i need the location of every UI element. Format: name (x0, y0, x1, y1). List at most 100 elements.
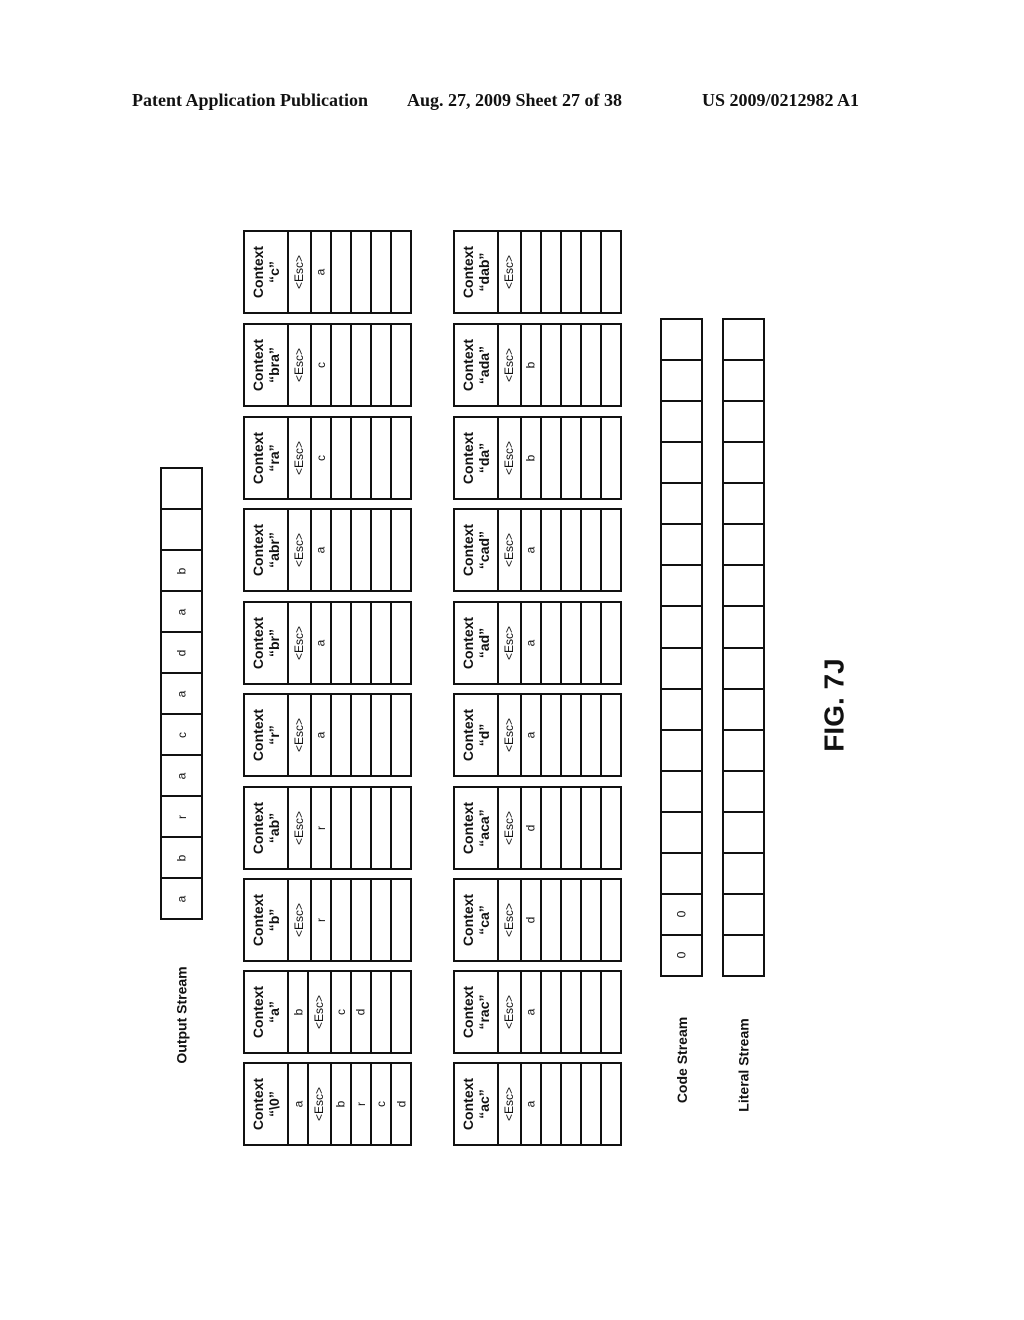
context-symbol-cell (372, 880, 392, 960)
context-symbol: a (291, 1100, 306, 1108)
context-symbol-cell (332, 418, 352, 498)
context-symbol-cell (332, 695, 352, 775)
context-symbol-cell (542, 232, 562, 312)
context-title: Context (460, 431, 476, 485)
context-symbol: <Esc> (502, 625, 517, 661)
stream-cell: d (162, 631, 201, 672)
figure-label-text: FIG. 7J (819, 658, 850, 752)
context-title-block: Context “abr” (250, 524, 282, 576)
stream-cell: a (162, 590, 201, 631)
context-symbol: a (523, 1100, 538, 1108)
context-table: Context “da” <Esc> b (453, 416, 622, 500)
context-table: Context “br” <Esc> a (243, 601, 412, 685)
context-symbol-cell: b (522, 418, 542, 498)
context-symbol-cell (582, 1064, 602, 1144)
context-symbol-cell: <Esc> (499, 603, 522, 683)
context-symbol: c (373, 1101, 388, 1107)
context-symbol: d (393, 1100, 408, 1108)
context-symbol-cell: <Esc> (499, 325, 522, 405)
stream-cell (724, 933, 763, 975)
stream-cell (662, 564, 701, 605)
context-name: “ac” (476, 1089, 492, 1119)
context-symbol-cell (392, 232, 410, 312)
context-symbol: <Esc> (502, 994, 517, 1030)
context-symbol-cell (562, 972, 582, 1052)
stream-cell (724, 892, 763, 934)
context-table-header: Context “b” (245, 880, 289, 960)
context-table: Context “abr” <Esc> a (243, 508, 412, 592)
context-symbol-cell (562, 695, 582, 775)
stream-cell-value: a (174, 895, 189, 902)
context-table: Context “ra” <Esc> c (243, 416, 412, 500)
context-symbol-cell (582, 325, 602, 405)
context-symbol-cell: d (352, 972, 372, 1052)
stream-cell (162, 508, 201, 549)
context-symbol-cell (542, 1064, 562, 1144)
context-symbol-cell (542, 695, 562, 775)
context-name: “ada” (476, 345, 492, 385)
context-symbol: <Esc> (502, 254, 517, 290)
context-symbol-cell: r (352, 1064, 372, 1144)
stream-cell (662, 359, 701, 400)
context-title-block: Context “br” (250, 617, 282, 669)
context-symbol-cell (602, 325, 620, 405)
stream-cell (662, 687, 701, 729)
context-title-block: Context “ra” (250, 432, 282, 484)
context-symbol-cell (392, 418, 410, 498)
context-symbol-cell (602, 603, 620, 683)
context-table-header: Context “ra” (245, 418, 289, 498)
context-title-block: Context “r” (250, 709, 282, 761)
context-symbol: a (523, 1008, 538, 1016)
context-symbol-cell: <Esc> (499, 510, 522, 590)
context-title: Context (460, 245, 476, 299)
context-symbol-cell: <Esc> (289, 232, 312, 312)
context-table-header: Context “dab” (455, 232, 499, 312)
stream-cell (724, 728, 763, 770)
stream-cell (724, 646, 763, 688)
stream-cell (724, 687, 763, 729)
stream-cell-value: r (174, 814, 189, 819)
context-table-header: Context “abr” (245, 510, 289, 590)
context-symbol: a (313, 268, 328, 276)
context-symbol-cell (392, 972, 410, 1052)
context-symbol-cell (542, 510, 562, 590)
context-title-block: Context “ad” (460, 617, 492, 669)
code-stream: 00 (660, 318, 703, 977)
context-symbol-cell (602, 1064, 620, 1144)
context-symbol: <Esc> (502, 440, 517, 476)
context-title-block: Context “d” (460, 709, 492, 761)
context-name: “cad” (476, 530, 492, 570)
context-name: “a” (266, 1001, 282, 1023)
stream-cell (662, 851, 701, 893)
stream-cell (662, 482, 701, 523)
context-symbol-cell: <Esc> (499, 972, 522, 1052)
stream-cell: a (162, 754, 201, 795)
context-symbol: c (313, 455, 328, 461)
context-table-header: Context “aca” (455, 788, 499, 868)
context-table: Context “aca” <Esc> d (453, 786, 622, 870)
context-symbol: <Esc> (312, 994, 327, 1030)
context-symbol-cell (352, 232, 372, 312)
literal-stream-label: Literal Stream (722, 1010, 766, 1120)
context-table-header: Context “br” (245, 603, 289, 683)
context-title-block: Context “cad” (460, 524, 492, 576)
context-table: Context “\0” a <Esc> b r c d (243, 1062, 412, 1146)
context-name: “d” (476, 723, 492, 747)
context-title: Context (250, 708, 266, 762)
context-symbol-cell (332, 880, 352, 960)
context-symbol-cell (372, 418, 392, 498)
context-symbol-cell (582, 603, 602, 683)
context-table: Context “cad” <Esc> a (453, 508, 622, 592)
context-name: “\0” (266, 1091, 282, 1117)
context-title: Context (250, 1077, 266, 1131)
stream-cell: r (162, 795, 201, 836)
context-symbol-cell: a (522, 695, 542, 775)
stream-cell (724, 400, 763, 441)
context-symbol-cell: a (312, 695, 332, 775)
context-name: “abr” (266, 532, 282, 568)
context-name: “da” (476, 442, 492, 474)
stream-cell: a (162, 877, 201, 918)
context-title: Context (460, 893, 476, 947)
context-table-header: Context “ad” (455, 603, 499, 683)
context-symbol-cell (562, 880, 582, 960)
